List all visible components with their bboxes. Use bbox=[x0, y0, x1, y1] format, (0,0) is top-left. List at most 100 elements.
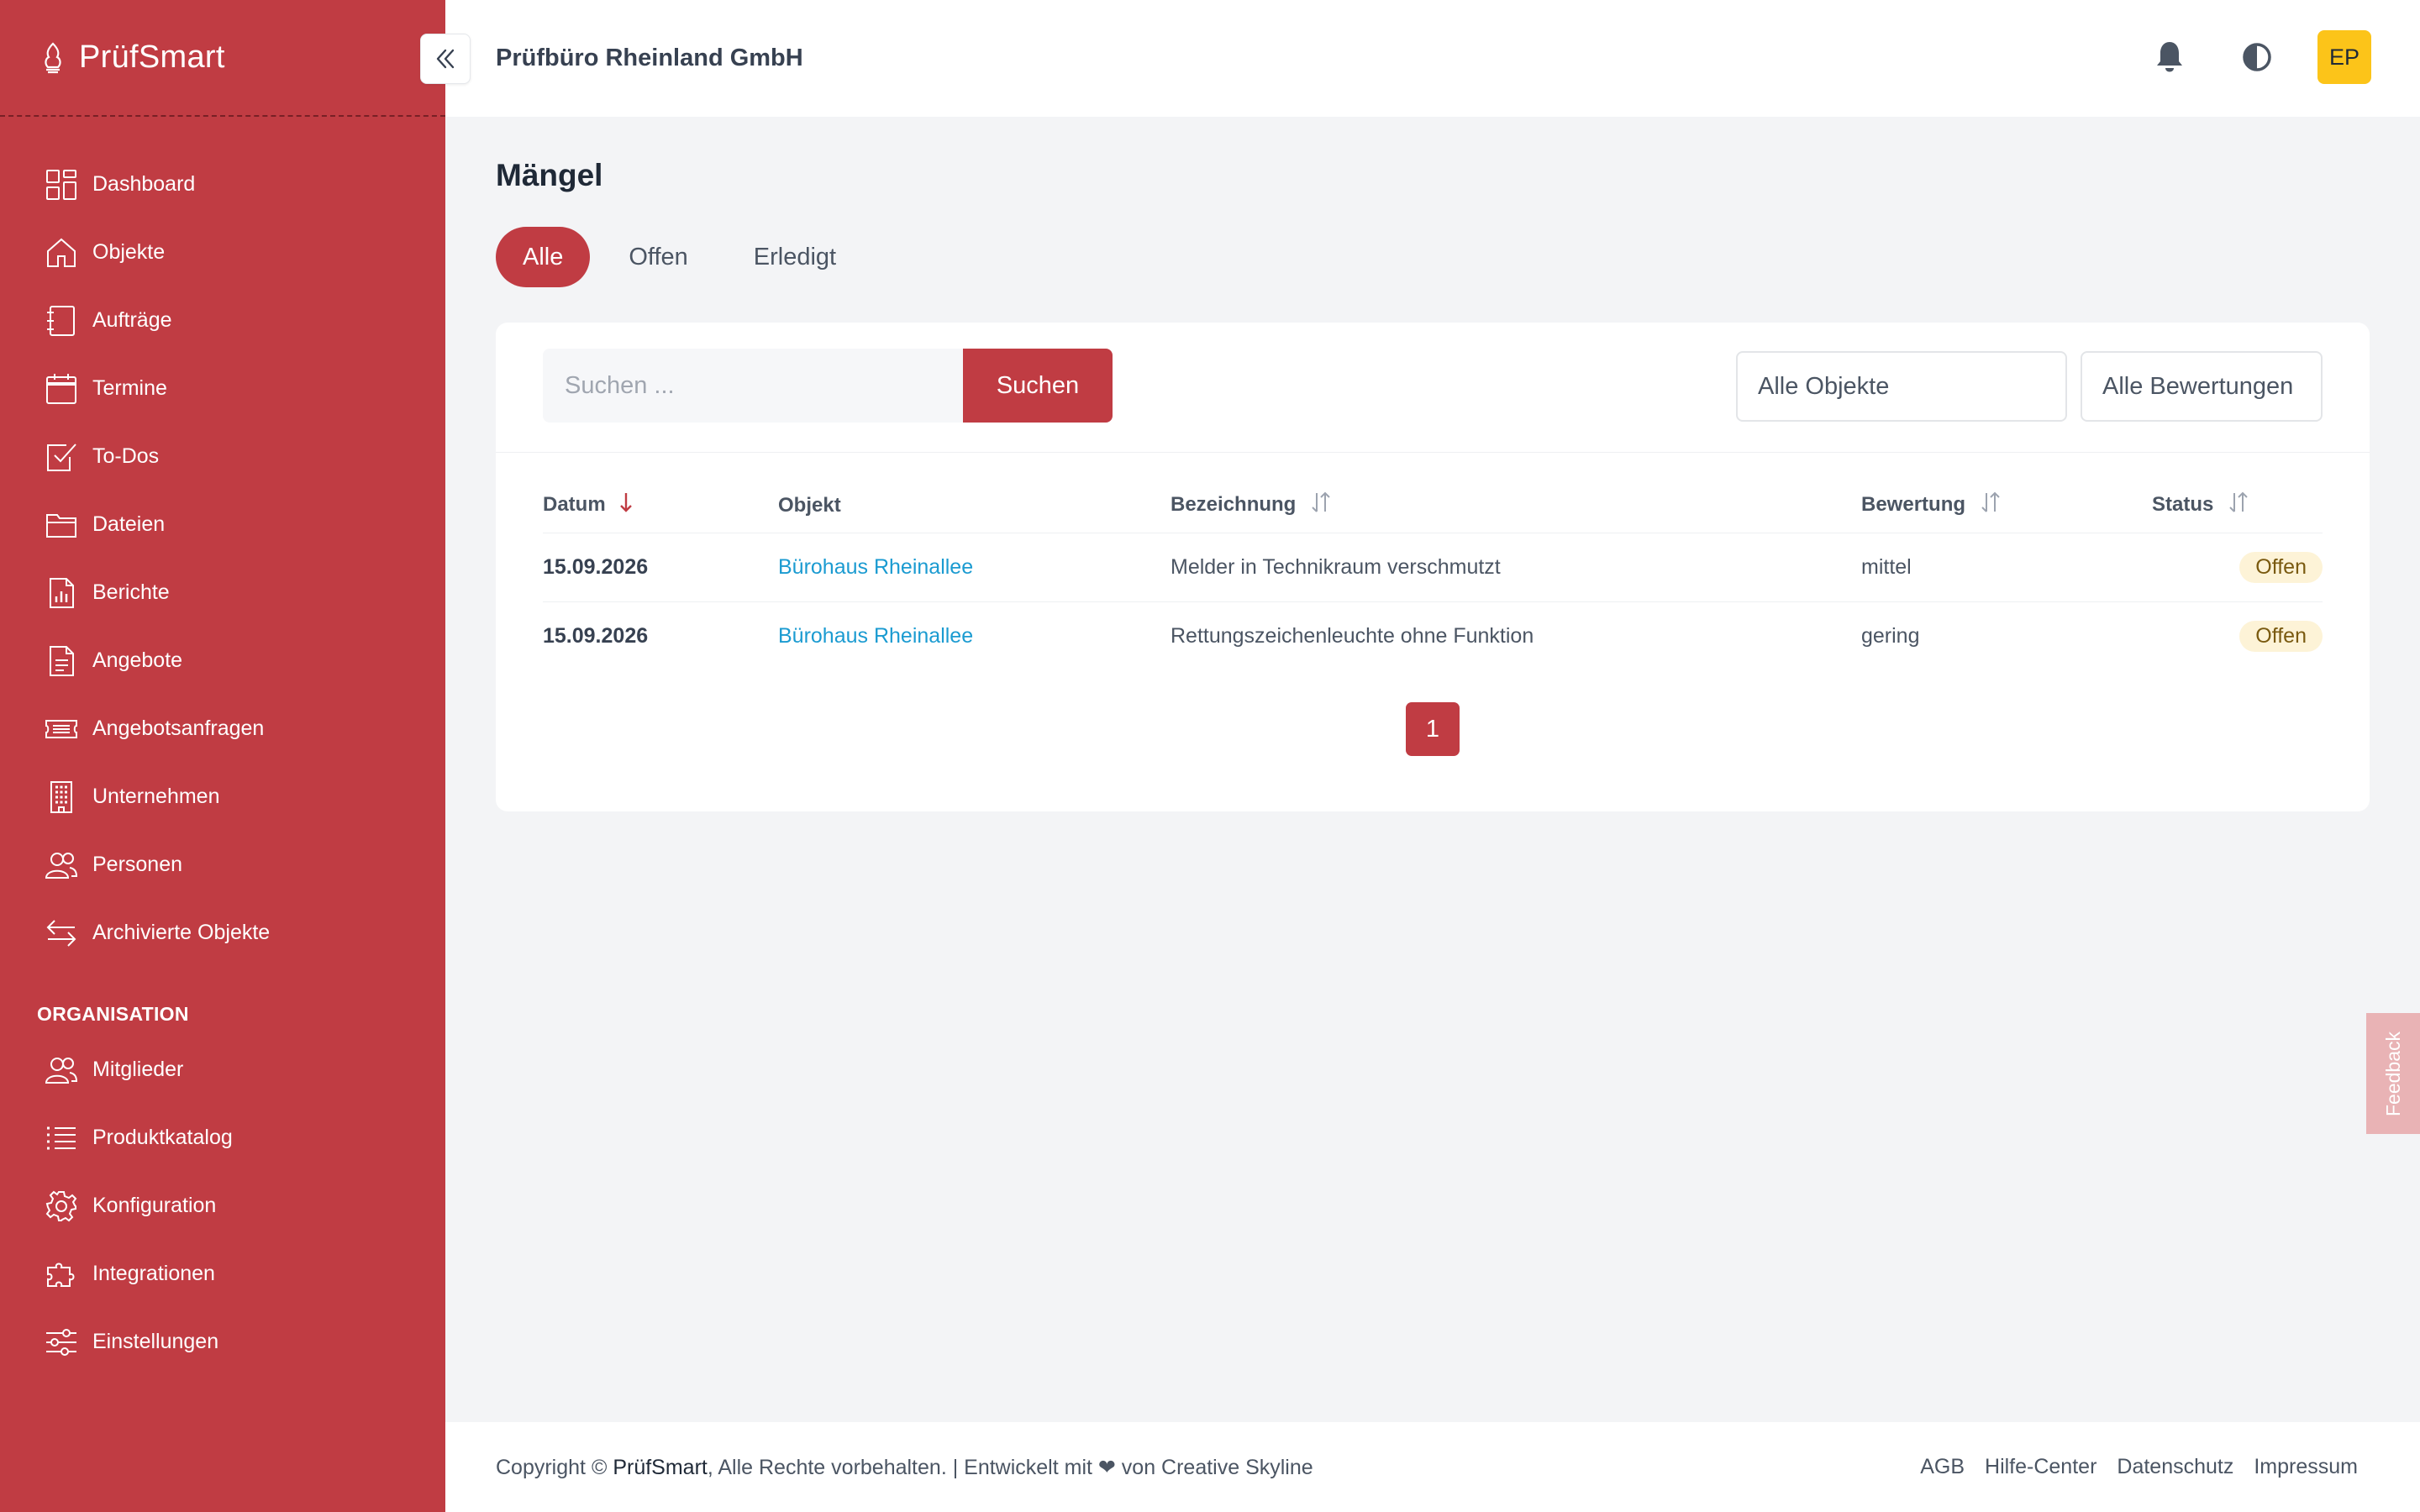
cell-date: 15.09.2026 bbox=[543, 623, 649, 648]
column-header-datum[interactable]: Datum bbox=[543, 479, 778, 533]
cell-description: Melder in Technikraum verschmutzt bbox=[1171, 533, 1861, 602]
building-icon bbox=[44, 780, 79, 815]
notifications-button[interactable] bbox=[2143, 30, 2196, 84]
sidebar-item-label: Berichte bbox=[92, 580, 170, 604]
defects-table: Datum Objekt Bezeichnung Bewertung Statu… bbox=[543, 479, 2323, 670]
column-header-objekt: Objekt bbox=[778, 479, 1171, 533]
sort-icon bbox=[1308, 491, 1334, 520]
table-header-row: Datum Objekt Bezeichnung Bewertung Statu… bbox=[543, 479, 2323, 533]
main-content: Mängel Alle Offen Erledigt Suchen Alle O… bbox=[496, 117, 2370, 811]
page-title: Mängel bbox=[496, 158, 603, 192]
sidebar-item-label: Personen bbox=[92, 853, 183, 876]
sidebar-item-label: Aufträge bbox=[92, 308, 172, 332]
list-icon bbox=[44, 1121, 79, 1156]
sidebar-item-label: Angebotsanfragen bbox=[92, 717, 265, 740]
sidebar-item-archivierte-objekte[interactable]: Archivierte Objekte bbox=[0, 899, 445, 967]
feedback-label: Feedback bbox=[2381, 1031, 2404, 1116]
object-link[interactable]: Bürohaus Rheinallee bbox=[778, 624, 973, 648]
status-badge: Offen bbox=[2239, 551, 2323, 583]
notebook-icon bbox=[44, 303, 79, 339]
collapse-sidebar-button[interactable] bbox=[420, 34, 471, 84]
search-input[interactable] bbox=[543, 349, 963, 423]
topbar: Prüfbüro Rheinland GmbH EP bbox=[445, 0, 2420, 117]
filter-toolbar: Suchen Alle Objekte Alle Bewertungen bbox=[496, 323, 2370, 453]
table-row[interactable]: 15.09.2026 Bürohaus Rheinallee Rettungsz… bbox=[543, 601, 2323, 670]
sidebar-item-label: Dateien bbox=[92, 512, 166, 536]
search-button[interactable]: Suchen bbox=[963, 349, 1113, 423]
sidebar-item-label: Konfiguration bbox=[92, 1194, 217, 1217]
theme-toggle-button[interactable] bbox=[2230, 30, 2284, 84]
sidebar-item-auftraege[interactable]: Aufträge bbox=[0, 286, 445, 354]
cell-description: Rettungszeichenleuchte ohne Funktion bbox=[1171, 623, 1534, 648]
feedback-tab[interactable]: Feedback bbox=[2366, 1013, 2420, 1134]
tab-alle[interactable]: Alle bbox=[496, 227, 591, 287]
footer-link-agb[interactable]: AGB bbox=[1920, 1455, 1965, 1479]
sidebar-item-produktkatalog[interactable]: Produktkatalog bbox=[0, 1104, 445, 1172]
cell-date: 15.09.2026 bbox=[543, 533, 778, 602]
sidebar-item-dateien[interactable]: Dateien bbox=[0, 491, 445, 559]
sidebar-item-label: Termine bbox=[92, 376, 167, 400]
sliders-icon bbox=[44, 1325, 79, 1360]
sidebar-nav: Dashboard Objekte Aufträge Termine To-Do… bbox=[0, 117, 445, 1376]
sidebar-item-integrationen[interactable]: Integrationen bbox=[0, 1240, 445, 1308]
pagination-page-button[interactable]: 1 bbox=[1406, 702, 1460, 756]
sidebar-item-dashboard[interactable]: Dashboard bbox=[0, 150, 445, 218]
sidebar-item-mitglieder[interactable]: Mitglieder bbox=[0, 1036, 445, 1104]
ticket-icon bbox=[44, 711, 79, 747]
sort-icon bbox=[2226, 491, 2251, 520]
sidebar-item-label: Dashboard bbox=[92, 172, 196, 196]
sidebar-item-label: Objekte bbox=[92, 240, 166, 264]
column-header-status[interactable]: Status bbox=[2152, 479, 2323, 533]
sidebar-item-berichte[interactable]: Berichte bbox=[0, 559, 445, 627]
sidebar-item-label: Unternehmen bbox=[92, 785, 220, 808]
brand-name: PrüfSmart bbox=[79, 39, 225, 75]
brand[interactable]: PrüfSmart bbox=[0, 0, 445, 117]
sidebar-item-objekte[interactable]: Objekte bbox=[0, 218, 445, 286]
sidebar-item-unternehmen[interactable]: Unternehmen bbox=[0, 763, 445, 831]
table-row[interactable]: 15.09.2026 Bürohaus Rheinallee Melder in… bbox=[543, 533, 2323, 602]
contrast-icon bbox=[2243, 43, 2271, 71]
footer-link-datenschutz[interactable]: Datenschutz bbox=[2117, 1455, 2233, 1479]
checkbox-icon bbox=[44, 439, 79, 475]
sidebar-item-label: Angebote bbox=[92, 648, 183, 672]
brand-logo-icon bbox=[45, 41, 61, 73]
sidebar-item-angebotsanfragen[interactable]: Angebotsanfragen bbox=[0, 695, 445, 763]
footer-link-hilfe-center[interactable]: Hilfe-Center bbox=[1985, 1455, 2096, 1479]
cell-rating: gering bbox=[1861, 623, 1920, 648]
arrows-icon bbox=[44, 916, 79, 951]
tab-erledigt[interactable]: Erledigt bbox=[727, 227, 863, 287]
status-tabs: Alle Offen Erledigt bbox=[496, 227, 2370, 287]
home-icon bbox=[44, 235, 79, 270]
column-header-bezeichnung[interactable]: Bezeichnung bbox=[1171, 479, 1861, 533]
tab-offen[interactable]: Offen bbox=[602, 227, 714, 287]
report-icon bbox=[44, 575, 79, 611]
sidebar-item-label: Archivierte Objekte bbox=[92, 921, 271, 944]
top-actions: EP bbox=[2109, 30, 2371, 84]
organization-name: Prüfbüro Rheinland GmbH bbox=[496, 45, 803, 71]
sidebar-item-einstellungen[interactable]: Einstellungen bbox=[0, 1308, 445, 1376]
sort-desc-icon bbox=[618, 491, 634, 520]
user-avatar[interactable]: EP bbox=[2317, 30, 2371, 84]
sidebar-item-label: Integrationen bbox=[92, 1262, 215, 1285]
sidebar-item-angebote[interactable]: Angebote bbox=[0, 627, 445, 695]
sidebar-item-personen[interactable]: Personen bbox=[0, 831, 445, 899]
objects-select[interactable]: Alle Objekte bbox=[1736, 351, 2067, 422]
status-badge: Offen bbox=[2239, 620, 2323, 652]
sidebar-item-label: Einstellungen bbox=[92, 1330, 219, 1353]
sort-icon bbox=[1978, 491, 2003, 520]
cell-rating: mittel bbox=[1861, 533, 2152, 602]
sidebar-item-termine[interactable]: Termine bbox=[0, 354, 445, 423]
document-icon bbox=[44, 643, 79, 679]
column-header-bewertung[interactable]: Bewertung bbox=[1861, 479, 2152, 533]
sidebar-item-konfiguration[interactable]: Konfiguration bbox=[0, 1172, 445, 1240]
puzzle-icon bbox=[44, 1257, 79, 1292]
dashboard-icon bbox=[44, 167, 79, 202]
sidebar-item-todos[interactable]: To-Dos bbox=[0, 423, 445, 491]
copyright-text: Copyright © PrüfSmart, Alle Rechte vorbe… bbox=[496, 1455, 1313, 1479]
footer-links: AGB Hilfe-Center Datenschutz Impressum bbox=[1900, 1455, 2358, 1479]
object-link[interactable]: Bürohaus Rheinallee bbox=[778, 555, 973, 579]
double-chevron-left-icon bbox=[436, 49, 455, 69]
calendar-icon bbox=[44, 371, 79, 407]
ratings-select[interactable]: Alle Bewertungen bbox=[2081, 351, 2323, 422]
footer-link-impressum[interactable]: Impressum bbox=[2254, 1455, 2358, 1479]
